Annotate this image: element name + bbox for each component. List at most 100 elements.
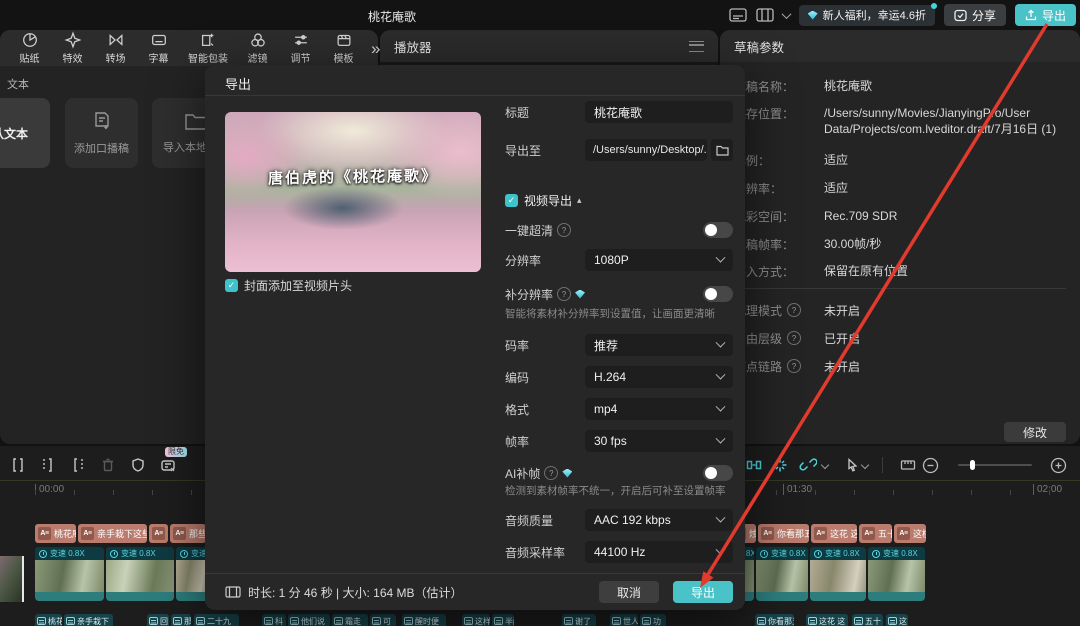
text-clip-icon: A≡: [38, 527, 51, 540]
trim-right-tool-icon[interactable]: [68, 455, 88, 475]
cancel-button[interactable]: 取消: [599, 581, 659, 603]
help-icon[interactable]: ?: [787, 303, 801, 317]
zoom-out-icon[interactable]: [920, 455, 940, 475]
promo-badge[interactable]: 新人福利，幸运4.6折: [799, 5, 935, 26]
tab-captions[interactable]: 字幕: [137, 31, 180, 65]
video-clip[interactable]: 变速 0.8X: [176, 547, 208, 601]
zoom-slider[interactable]: [958, 464, 1032, 466]
framerate-dropdown[interactable]: 30 fps: [585, 430, 733, 452]
subtitle-clip[interactable]: 他们说: [288, 614, 330, 626]
super-res-toggle[interactable]: [703, 222, 733, 238]
text-match-tool-icon[interactable]: [158, 455, 178, 475]
video-clip[interactable]: 变速 0.8X: [810, 547, 866, 601]
partial-clip-thumbnail[interactable]: [0, 556, 24, 602]
cover-checkbox-row[interactable]: ✓ 封面添加至视频片头: [225, 277, 352, 294]
subtitle-clip[interactable]: 回: [147, 614, 169, 626]
subtitle-clip[interactable]: 半醒: [492, 614, 514, 626]
mask-tool-icon[interactable]: [128, 455, 148, 475]
layout-icon[interactable]: [756, 8, 774, 22]
zoom-slider-handle[interactable]: [970, 460, 975, 470]
subtitle-clip[interactable]: 功: [640, 614, 666, 626]
help-icon[interactable]: ?: [557, 223, 571, 237]
tab-filters[interactable]: 滤镜: [236, 31, 279, 65]
chevron-down-icon[interactable]: [861, 461, 869, 469]
text-clip[interactable]: A≡ 那些: [170, 524, 206, 543]
checkbox-checked-icon[interactable]: ✓: [505, 194, 518, 207]
video-export-section[interactable]: ✓ 视频导出 ▴: [505, 189, 733, 211]
chevron-down-icon[interactable]: [821, 461, 829, 469]
link-tool-icon[interactable]: [798, 455, 818, 475]
subtitle-clip[interactable]: 桃花: [35, 614, 62, 626]
share-button[interactable]: 分享: [944, 4, 1006, 26]
default-text-card[interactable]: 默认文本: [0, 98, 50, 168]
video-clip[interactable]: 变速 0.8X: [756, 547, 808, 601]
help-icon[interactable]: ?: [787, 359, 801, 373]
tab-transitions[interactable]: 转场: [94, 31, 137, 65]
subtitle-clip[interactable]: 你看那五: [755, 614, 794, 626]
subtitle-clip[interactable]: 世人: [610, 614, 638, 626]
subtitle-clip[interactable]: 这样: [462, 614, 490, 626]
audio-quality-dropdown[interactable]: AAC 192 kbps: [585, 509, 733, 531]
hamburger-menu-icon[interactable]: [689, 41, 704, 52]
snap-tool-icon[interactable]: [744, 455, 764, 475]
modify-button[interactable]: 修改: [1004, 422, 1066, 442]
subtitle-clip[interactable]: 可: [370, 614, 396, 626]
tab-templates[interactable]: 模板: [322, 31, 365, 65]
checkbox-checked-icon[interactable]: ✓: [225, 279, 238, 292]
format-dropdown[interactable]: mp4: [585, 398, 733, 420]
help-icon[interactable]: ?: [787, 331, 801, 345]
browse-folder-button[interactable]: [711, 139, 733, 161]
tab-effects[interactable]: 特效: [51, 31, 94, 65]
subtitle-clip[interactable]: 二十九: [194, 614, 239, 626]
collapse-icon[interactable]: ▴: [577, 195, 582, 206]
title-input[interactable]: 桃花庵歌: [585, 101, 733, 123]
export-confirm-button[interactable]: 导出: [673, 581, 733, 603]
trim-left-tool-icon[interactable]: [38, 455, 58, 475]
subtitle-clip[interactable]: 这: [886, 614, 908, 626]
subtitle-clip[interactable]: 科: [262, 614, 286, 626]
video-clip[interactable]: 变速 0.8X: [106, 547, 174, 601]
subtitle-clip[interactable]: 那: [171, 614, 191, 626]
subtitle-clip[interactable]: 这花 这: [806, 614, 848, 626]
subtitle-clip[interactable]: 谢了: [562, 614, 596, 626]
add-speech-card[interactable]: 添加口播稿: [65, 98, 138, 168]
zoom-in-icon[interactable]: [1048, 455, 1068, 475]
display-mode-icon[interactable]: [729, 8, 747, 22]
text-clip[interactable]: A≡ 你看那五: [758, 524, 809, 543]
tab-stickers[interactable]: 贴纸: [8, 31, 51, 65]
text-clip[interactable]: A≡ 这桃: [894, 524, 926, 543]
delete-tool-icon[interactable]: [98, 455, 118, 475]
subtitle-clip[interactable]: 霜走: [332, 614, 368, 626]
text-clip[interactable]: A≡ 五十: [859, 524, 892, 543]
help-icon[interactable]: ?: [544, 466, 558, 480]
sample-rate-dropdown[interactable]: 44100 Hz: [585, 541, 733, 563]
split-tool-icon[interactable]: [8, 455, 28, 475]
text-clip[interactable]: A≡ 桃花庵: [35, 524, 76, 543]
text-clip[interactable]: A≡ 亲手栽下这些: [78, 524, 147, 543]
bitrate-dropdown[interactable]: 推荐: [585, 334, 733, 356]
text-clip[interactable]: A≡ 这花 这: [811, 524, 857, 543]
subtitle-clip[interactable]: 五十: [852, 614, 883, 626]
export-button[interactable]: 导出: [1015, 4, 1076, 26]
video-clip[interactable]: 变速 0.8X: [35, 547, 104, 601]
export-path-input[interactable]: /Users/sunny/Desktop/...: [585, 139, 707, 161]
tab-smart-pack[interactable]: 智能包装: [180, 31, 236, 65]
video-clip[interactable]: 变速 0.8X: [868, 547, 925, 601]
subtitle-clip[interactable]: 亲手栽下: [64, 614, 113, 626]
cover-preview[interactable]: 唐伯虎的《桃花庵歌》: [225, 112, 481, 272]
speed-badge: 变速 0.8X: [35, 547, 104, 560]
codec-dropdown[interactable]: H.264: [585, 366, 733, 388]
timeline-scale-icon[interactable]: [898, 455, 918, 475]
resolution-dropdown[interactable]: 1080P: [585, 249, 733, 271]
chevron-down-icon[interactable]: [781, 9, 791, 19]
subtitle-clip[interactable]: 醒时便: [402, 614, 446, 626]
titlebar-controls: 新人福利，幸运4.6折 分享 导出: [729, 4, 1076, 26]
select-tool-icon[interactable]: [842, 455, 862, 475]
help-icon[interactable]: ?: [557, 287, 571, 301]
preview-axis-tool-icon[interactable]: [770, 455, 790, 475]
export-info: 时长: 1 分 46 秒 | 大小: 164 MB（估计）: [225, 584, 463, 601]
ai-frame-toggle[interactable]: [703, 465, 733, 481]
sr-fill-toggle[interactable]: [703, 286, 733, 302]
text-clip[interactable]: A≡ 回: [149, 524, 168, 543]
tab-adjust[interactable]: 调节: [279, 31, 322, 65]
